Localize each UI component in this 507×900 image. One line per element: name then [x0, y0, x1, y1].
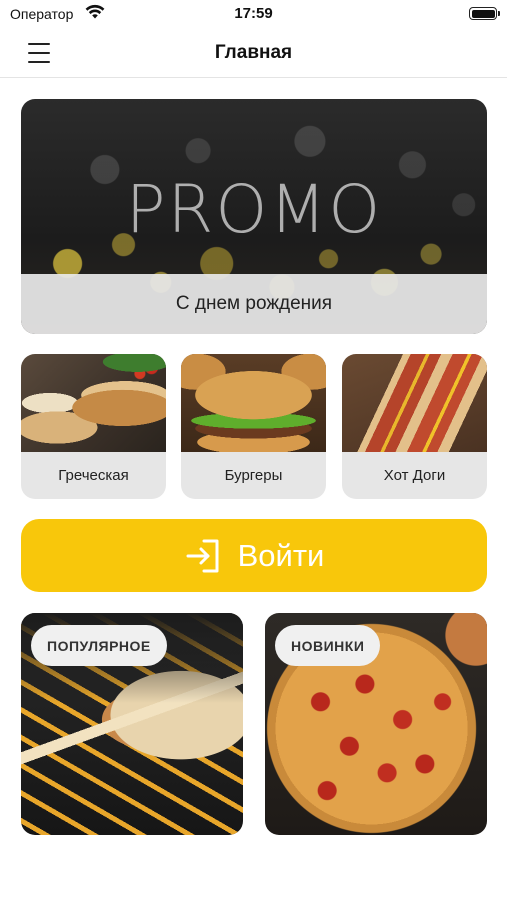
tile-new-label: НОВИНКИ — [275, 625, 381, 666]
promo-caption-bar: С днем рождения — [21, 274, 487, 334]
promo-caption: С днем рождения — [175, 293, 333, 314]
burger-image — [181, 354, 326, 452]
shawarma-image — [21, 354, 166, 452]
navigation-bar: Главная — [0, 28, 507, 78]
category-card-hotdogs[interactable]: Хот Доги — [342, 354, 487, 499]
tile-new[interactable]: НОВИНКИ — [265, 613, 487, 835]
category-label: Хот Доги — [342, 452, 487, 499]
tile-popular[interactable]: ПОПУЛЯРНОЕ — [21, 613, 243, 835]
sign-in-icon — [186, 539, 219, 572]
category-label: Бургеры — [181, 452, 326, 499]
promo-banner[interactable]: PROMO С днем рождения — [21, 99, 487, 334]
login-label: Войти — [237, 537, 325, 573]
category-card-burgers[interactable]: Бургеры — [181, 354, 326, 499]
category-label: Греческая — [21, 452, 166, 499]
login-button[interactable]: Войти — [21, 519, 487, 592]
status-bar: Оператор 17:59 — [0, 0, 507, 28]
page-title: Главная — [214, 42, 293, 63]
status-time: 17:59 — [234, 5, 273, 22]
battery-icon — [469, 7, 500, 20]
hotdog-image — [342, 354, 487, 452]
promo-word: PROMO — [125, 171, 383, 248]
tile-popular-label: ПОПУЛЯРНОЕ — [31, 625, 167, 666]
category-card-greek[interactable]: Греческая — [21, 354, 166, 499]
